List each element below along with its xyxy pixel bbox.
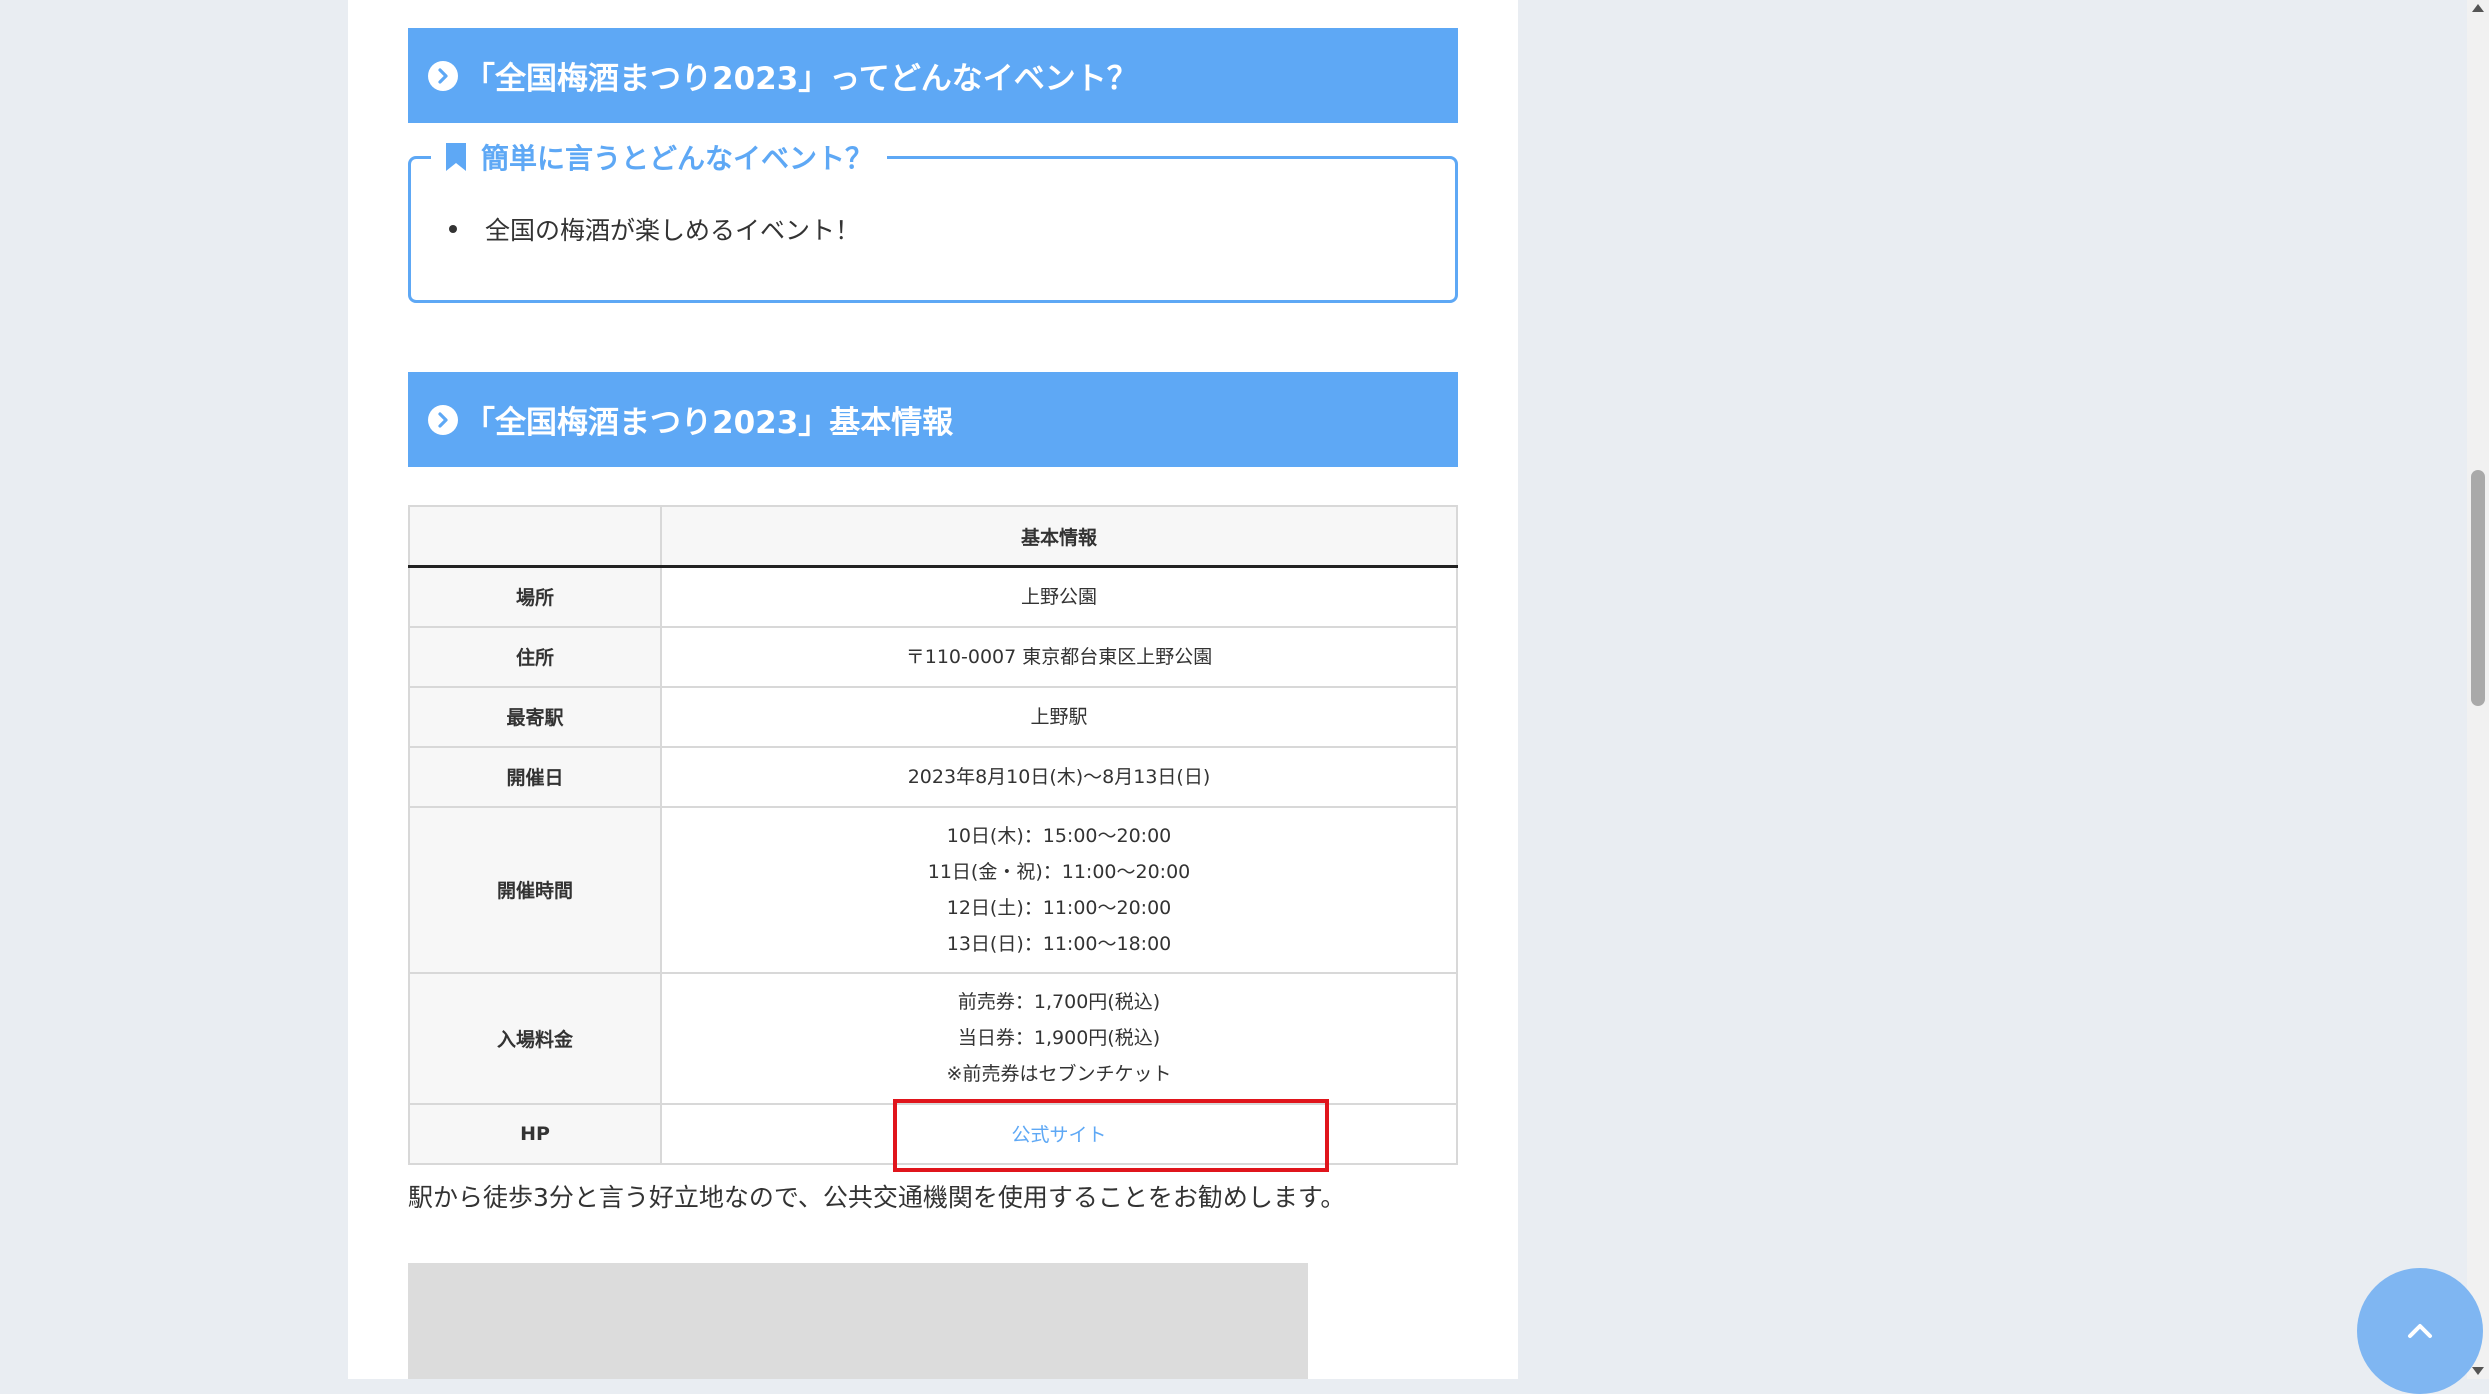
table-row: 開催時間 10日(木)：15:00～20:00 11日(金・祝)：11:00～2… bbox=[408, 805, 1458, 974]
summary-box-title: 簡単に言うとどんなイベント？ bbox=[431, 137, 888, 177]
back-to-top-button[interactable] bbox=[2357, 1268, 2483, 1394]
summary-box: 簡単に言うとどんなイベント？ 全国の梅酒が楽しめるイベント！ bbox=[408, 137, 1458, 303]
section-heading-text: 「全国梅酒まつり2023」基本情報 bbox=[464, 405, 954, 441]
section-heading-event: 「全国梅酒まつり2023」ってどんなイベント？ bbox=[408, 28, 1458, 123]
scroll-down-icon[interactable] bbox=[2472, 1367, 2484, 1375]
chevron-up-icon bbox=[2408, 1324, 2432, 1338]
section-heading-text: 「全国梅酒まつり2023」ってどんなイベント？ bbox=[464, 61, 1138, 97]
body-paragraph: 駅から徒歩3分と言う好立地なので、公共交通機関を使用することをお勧めします。 bbox=[408, 1183, 1346, 1212]
chevron-right-circle-icon bbox=[428, 404, 458, 435]
table-row: 住所 〒110-0007 東京都台東区上野公園 bbox=[408, 625, 1458, 688]
bullet-icon bbox=[449, 225, 457, 233]
table-header-cell: 基本情報 bbox=[660, 505, 1458, 568]
list-item: 全国の梅酒が楽しめるイベント！ bbox=[449, 211, 860, 247]
table-row: 場所 上野公園 bbox=[408, 565, 1458, 628]
row-value: 上野公園 bbox=[660, 565, 1458, 628]
row-value: 上野駅 bbox=[660, 685, 1458, 748]
table-row: 入場料金 前売券：1,700円(税込) 当日券：1,900円(税込) ※前売券は… bbox=[408, 971, 1458, 1105]
highlight-box bbox=[893, 1099, 1329, 1172]
table-row: 最寄駅 上野駅 bbox=[408, 685, 1458, 748]
row-label: 入場料金 bbox=[408, 971, 662, 1105]
summary-list: 全国の梅酒が楽しめるイベント！ bbox=[449, 211, 860, 247]
row-label: 最寄駅 bbox=[408, 685, 662, 748]
row-value: 2023年8月10日(木)～8月13日(日) bbox=[660, 745, 1458, 808]
scroll-up-icon[interactable] bbox=[2472, 4, 2484, 12]
row-label: HP bbox=[408, 1102, 662, 1165]
row-value: 10日(木)：15:00～20:00 11日(金・祝)：11:00～20:00 … bbox=[660, 805, 1458, 974]
row-label: 開催時間 bbox=[408, 805, 662, 974]
row-label: 開催日 bbox=[408, 745, 662, 808]
scrollbar[interactable] bbox=[2467, 0, 2489, 1379]
table-row: 開催日 2023年8月10日(木)～8月13日(日) bbox=[408, 745, 1458, 808]
row-label: 場所 bbox=[408, 565, 662, 628]
bookmark-icon bbox=[446, 143, 466, 171]
section-heading-info: 「全国梅酒まつり2023」基本情報 bbox=[408, 372, 1458, 467]
summary-box-title-text: 簡単に言うとどんなイベント？ bbox=[481, 142, 874, 175]
chevron-right-circle-icon bbox=[428, 60, 458, 91]
table-header-cell bbox=[408, 505, 662, 568]
row-label: 住所 bbox=[408, 625, 662, 688]
table-header-row: 基本情報 bbox=[408, 505, 1458, 568]
row-value: 前売券：1,700円(税込) 当日券：1,900円(税込) ※前売券はセブンチケ… bbox=[660, 971, 1458, 1105]
info-table: 基本情報 場所 上野公園 住所 〒110-0007 東京都台東区上野公園 最寄駅… bbox=[408, 505, 1458, 1165]
main-content: 「全国梅酒まつり2023」ってどんなイベント？ 簡単に言うとどんなイベント？ 全… bbox=[348, 0, 1518, 1379]
scroll-thumb[interactable] bbox=[2471, 470, 2485, 706]
row-value: 〒110-0007 東京都台東区上野公園 bbox=[660, 625, 1458, 688]
image-placeholder bbox=[408, 1263, 1308, 1379]
